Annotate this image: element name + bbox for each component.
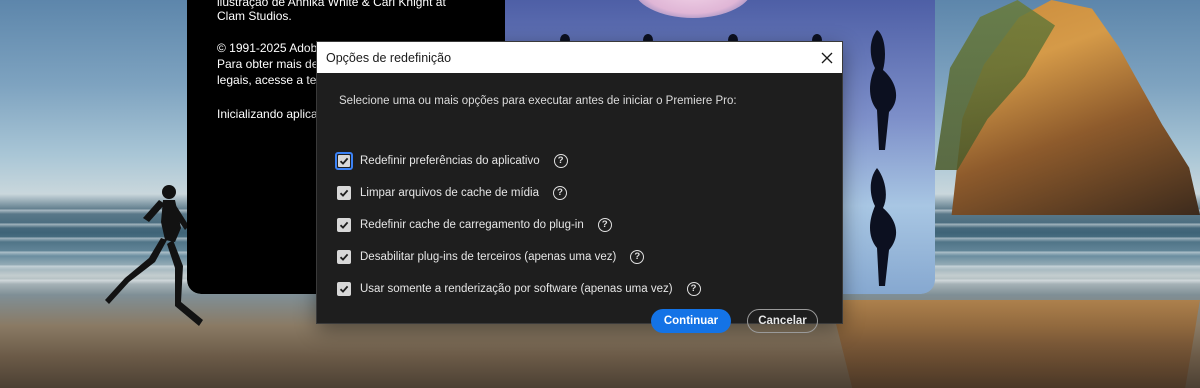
- help-icon[interactable]: ?: [553, 186, 567, 200]
- splash-credit-line: ilustração de Annika White & Carl Knight…: [217, 0, 446, 9]
- checkmark-icon: [339, 157, 349, 165]
- cancel-button[interactable]: Cancelar: [747, 309, 818, 333]
- checkbox-reset-preferences[interactable]: [335, 152, 353, 170]
- option-reset-plugin-cache[interactable]: Redefinir cache de carregamento do plug-…: [337, 216, 612, 234]
- checkbox-disable-third-party-plugins[interactable]: [337, 250, 351, 264]
- help-icon[interactable]: ?: [630, 250, 645, 264]
- option-label: Redefinir cache de carregamento do plug-…: [360, 219, 584, 231]
- option-clear-media-cache[interactable]: Limpar arquivos de cache de mídia ?: [337, 184, 567, 202]
- splash-credit-line: Clam Studios.: [217, 9, 292, 23]
- checkbox-reset-plugin-cache[interactable]: [337, 218, 351, 232]
- option-software-rendering-only[interactable]: Usar somente a renderização por software…: [337, 280, 701, 298]
- help-icon[interactable]: ?: [597, 218, 612, 232]
- help-icon[interactable]: ?: [553, 154, 568, 168]
- dialog-body: Selecione uma ou mais opções para execut…: [317, 73, 842, 333]
- checkmark-icon: [339, 189, 349, 197]
- close-button[interactable]: [812, 42, 842, 73]
- dialog-instruction: Selecione uma ou mais opções para execut…: [339, 95, 737, 107]
- close-icon: [821, 52, 833, 63]
- dialog-titlebar[interactable]: Opções de redefinição: [317, 42, 842, 73]
- dialog-title: Opções de redefinição: [326, 50, 452, 65]
- checkmark-icon: [339, 221, 349, 229]
- option-label: Usar somente a renderização por software…: [360, 283, 673, 295]
- option-label: Desabilitar plug-ins de terceiros (apena…: [360, 251, 617, 263]
- wallpaper-rock-reflection: [830, 300, 1200, 388]
- checkmark-icon: [339, 285, 349, 293]
- splash-legal-line: legais, acesse a tela: [217, 73, 326, 87]
- checkbox-software-rendering-only[interactable]: [337, 282, 351, 296]
- splash-copyright: © 1991-2025 Adobe.: [217, 41, 328, 55]
- continue-button[interactable]: Continuar: [651, 309, 731, 333]
- reset-options-dialog: Opções de redefinição Selecione uma ou m…: [317, 42, 842, 333]
- option-label: Redefinir preferências do aplicativo: [360, 155, 540, 167]
- checkmark-icon: [339, 253, 349, 261]
- help-icon[interactable]: ?: [686, 282, 701, 296]
- splash-legal-line: Para obter mais deta: [217, 57, 329, 71]
- option-reset-preferences[interactable]: Redefinir preferências do aplicativo ?: [335, 152, 568, 170]
- option-disable-third-party-plugins[interactable]: Desabilitar plug-ins de terceiros (apena…: [337, 248, 645, 266]
- splash-status: Inicializando aplicati: [217, 107, 324, 121]
- checkbox-clear-media-cache[interactable]: [337, 186, 351, 200]
- option-label: Limpar arquivos de cache de mídia: [360, 187, 539, 199]
